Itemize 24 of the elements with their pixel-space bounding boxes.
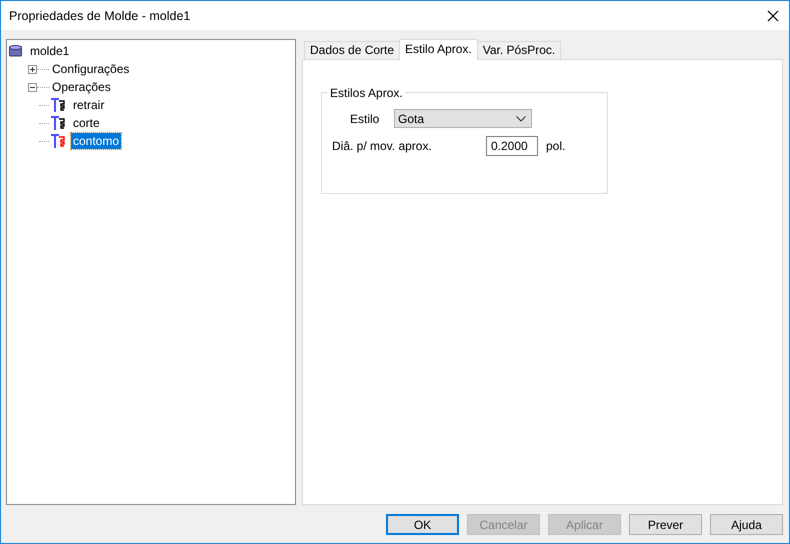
- dialog-button[interactable]: Ajuda: [710, 514, 783, 535]
- field-label: Diâ. p/ mov. aprox.: [332, 139, 433, 153]
- tree-item[interactable]: Operações: [50, 79, 113, 95]
- tab[interactable]: Var. PósProc.: [476, 41, 562, 59]
- input-field[interactable]: 0.2000: [486, 136, 538, 156]
- close-icon[interactable]: [767, 10, 779, 22]
- tree-item[interactable]: corte: [71, 115, 102, 131]
- dialog-button[interactable]: Prever: [629, 514, 702, 535]
- field-label: Estilo: [350, 112, 380, 126]
- tree-item[interactable]: molde1: [28, 43, 72, 59]
- chevron-icon: [516, 116, 526, 122]
- expand-icon[interactable]: [28, 64, 37, 74]
- dialog-button[interactable]: OK: [386, 514, 459, 535]
- collapse-icon[interactable]: [28, 82, 37, 92]
- style-dropdown[interactable]: Gota: [394, 109, 532, 128]
- window-title: Propriedades de Molde - molde1: [9, 8, 190, 22]
- group-title: Estilos Aprox.: [328, 86, 405, 100]
- database-icon: [9, 45, 22, 57]
- unit-label: pol.: [546, 139, 566, 153]
- tab[interactable]: Estilo Aprox.: [399, 39, 478, 60]
- tree-item[interactable]: Configurações: [50, 61, 132, 77]
- tree-item[interactable]: retrair: [71, 97, 106, 113]
- tree-item[interactable]: contomo: [71, 133, 122, 149]
- tab[interactable]: Dados de Corte: [304, 41, 400, 59]
